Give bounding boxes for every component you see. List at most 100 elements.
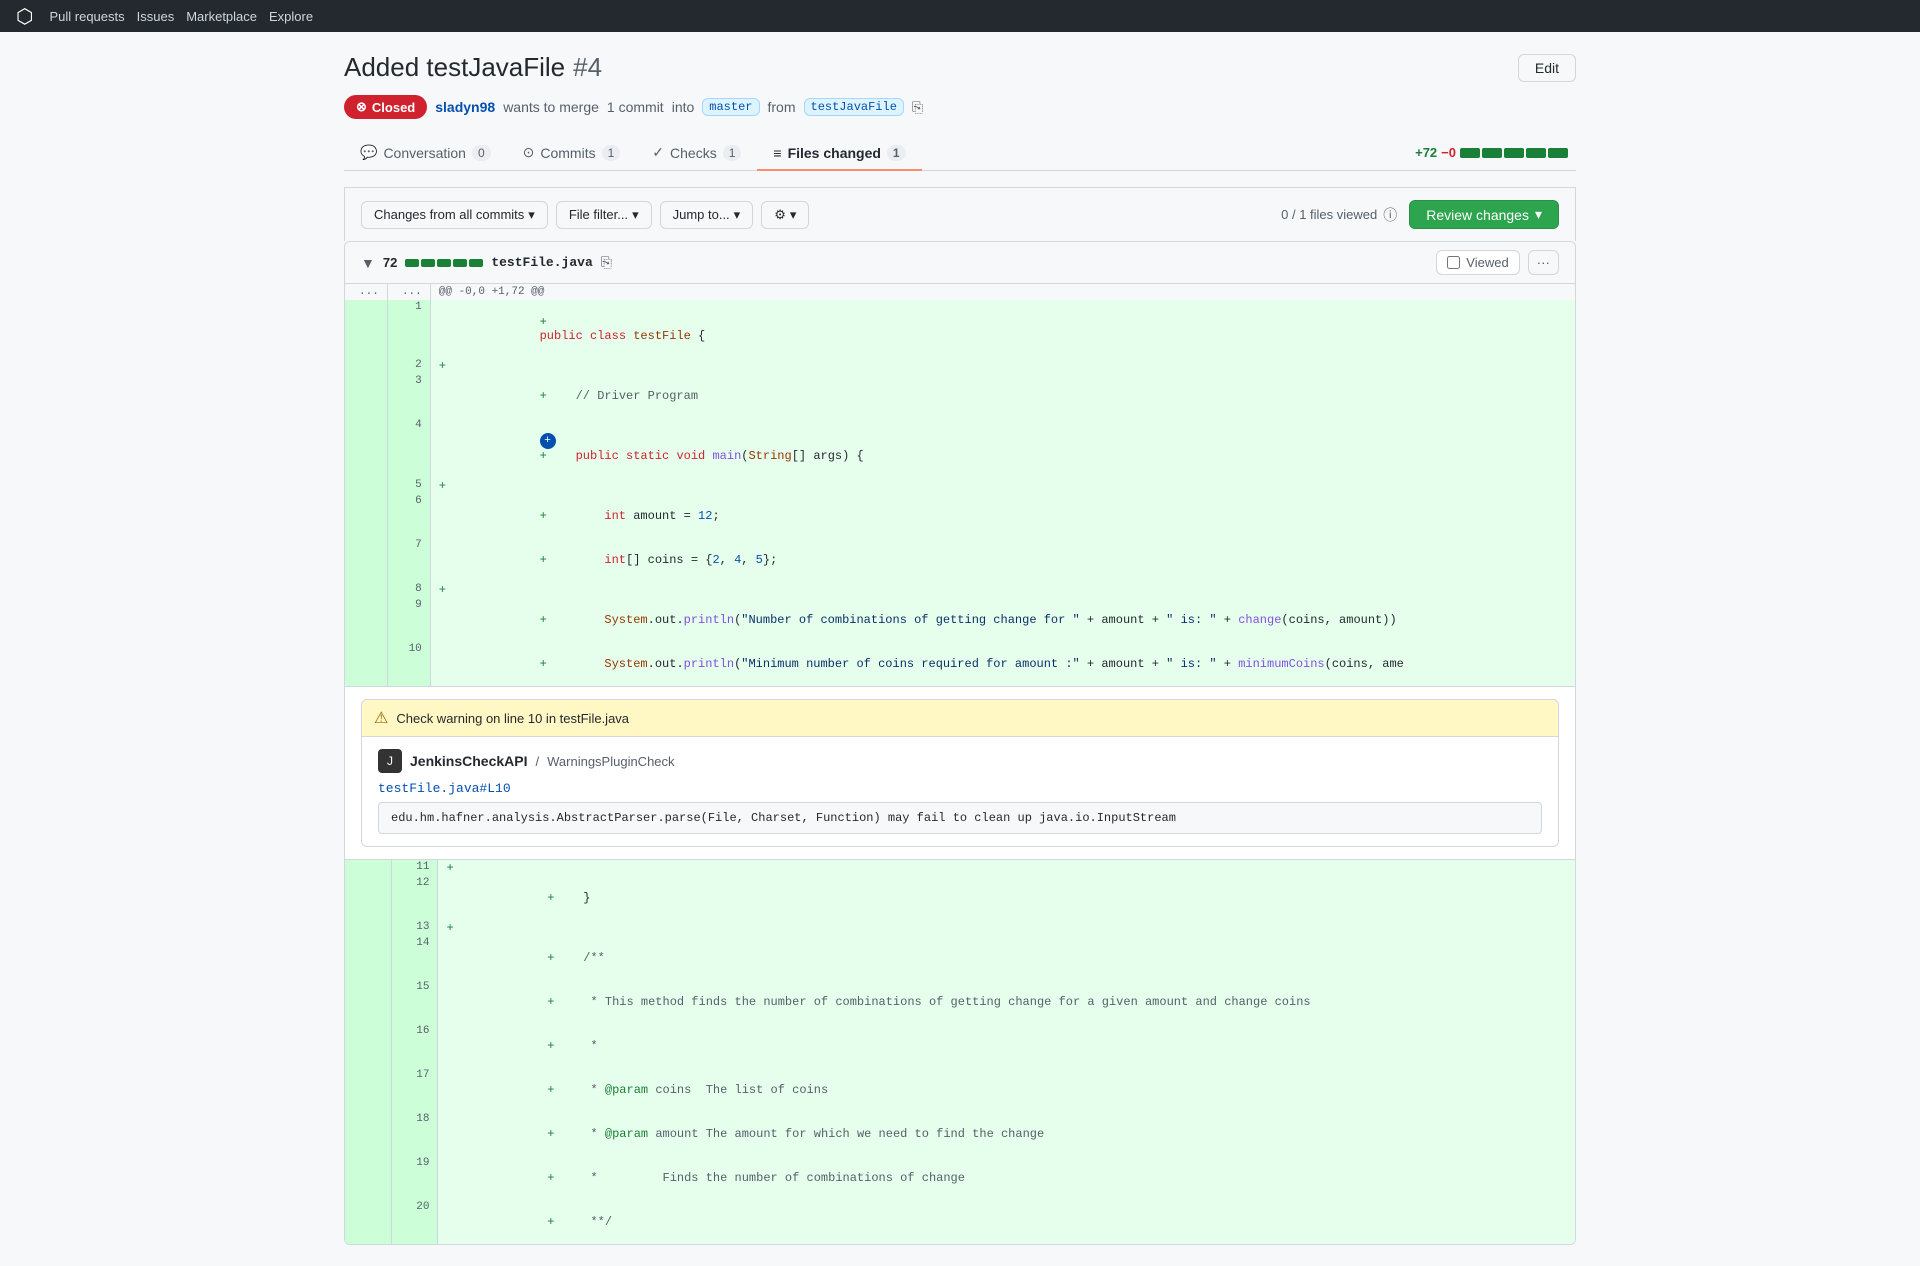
jump-to-button[interactable]: Jump to... ▾ [660,201,754,229]
warning-header-text: Check warning on line 10 in testFile.jav… [396,711,629,726]
files-viewed-count: 0 / 1 files viewed ⓘ [1281,205,1397,225]
file-more-button[interactable]: ··· [1528,250,1559,275]
line-num-new-19: 19 [391,1156,437,1200]
expand-line-num-new: ... [387,284,430,300]
settings-icon: ⚙ [774,207,786,223]
pr-from-text: from [768,99,796,115]
line-num-new-14: 14 [391,936,437,980]
review-changes-button[interactable]: Review changes ▾ [1409,200,1559,229]
file-collapse-toggle[interactable]: ▼ [361,255,375,271]
line-num-new-9: 9 [387,598,430,642]
diff-block-4 [1526,148,1546,158]
file-header: ▼ 72 testFile.java ⎘ Viewed ··· [345,242,1575,284]
line-num-old-4 [345,418,387,478]
line-code-3: + // Driver Program [430,374,1575,418]
line-num-new-18: 18 [391,1112,437,1156]
line-num-new-6: 6 [387,494,430,538]
jenkins-separator: / [536,754,540,769]
warning-header: ⚠ Check warning on line 10 in testFile.j… [362,700,1558,737]
diff-block-3 [1504,148,1524,158]
line-num-new-8: 8 [387,582,430,598]
chevron-down-icon-filter: ▾ [632,207,639,223]
line-num-old-7 [345,538,387,582]
add-comment-button-4[interactable]: + [540,433,556,449]
file-line-link[interactable]: testFile.java#L10 [378,781,511,796]
copy-file-path-icon[interactable]: ⎘ [601,254,612,271]
checks-icon: ✓ [652,144,664,161]
edit-button[interactable]: Edit [1518,54,1576,82]
file-diff-mini-1 [405,259,419,267]
line-num-new-4: 4 [387,418,430,478]
diff-line-4: 4 + + public static void main(String[] a… [345,418,1575,478]
diff-table-1: ... ... @@ -0,0 +1,72 @@ 1 + public clas… [345,284,1575,686]
line-num-old-19 [345,1156,391,1200]
top-nav-bar: ⬡ Pull requests Issues Marketplace Explo… [0,0,1920,32]
warning-section: ⚠ Check warning on line 10 in testFile.j… [345,686,1575,859]
tab-checks[interactable]: ✓ Checks 1 [636,136,757,171]
nav-marketplace[interactable]: Marketplace [186,9,257,24]
closed-status-badge: ⊗ Closed [344,95,427,119]
pr-title-row: Added testJavaFile #4 Edit [344,52,1576,83]
additions-deletions-summary: +72 −0 [1415,145,1568,160]
tab-conversation[interactable]: 💬 Conversation 0 [344,136,507,171]
additions-count: +72 [1415,145,1437,160]
file-name-label: testFile.java [491,255,592,270]
line-code-9: + System.out.println("Number of combinat… [430,598,1575,642]
line-num-old-20 [345,1200,391,1244]
line-num-new-3: 3 [387,374,430,418]
pr-source-branch[interactable]: testJavaFile [804,98,904,116]
copy-branch-icon[interactable]: ⎘ [912,99,923,116]
viewed-label: Viewed [1466,255,1508,270]
line-num-old-12 [345,876,391,920]
line-code-10: + System.out.println("Minimum number of … [430,642,1575,686]
warning-message: edu.hm.hafner.analysis.AbstractParser.pa… [378,802,1542,834]
diff-line-5: 5 + [345,478,1575,494]
line-num-new-17: 17 [391,1068,437,1112]
diff-line-6: 6 + int amount = 12; [345,494,1575,538]
file-diff-mini-2 [421,259,435,267]
pr-merge-text: wants to merge [503,99,599,115]
tab-commits[interactable]: ⊙ Commits 1 [507,136,637,171]
file-filter-button[interactable]: File filter... ▾ [556,201,652,229]
file-link-container: testFile.java#L10 [378,779,1542,796]
diff-line-9: 9 + System.out.println("Number of combin… [345,598,1575,642]
jenkins-header: J JenkinsCheckAPI / WarningsPluginCheck [378,749,1542,773]
pr-author[interactable]: sladyn98 [435,99,495,115]
settings-button[interactable]: ⚙ ▾ [761,201,809,229]
expand-row: ... ... @@ -0,0 +1,72 @@ [345,284,1575,300]
diff-blocks-visual [1460,148,1568,158]
line-num-new-15: 15 [391,980,437,1024]
viewed-checkbox[interactable]: Viewed [1436,250,1519,275]
diff-line-10: 10 + System.out.println("Minimum number … [345,642,1575,686]
line-num-old-14 [345,936,391,980]
nav-explore[interactable]: Explore [269,9,313,24]
diff-line-14: 14 + /** [345,936,1575,980]
diff-table-2: 11 + 12 + } 13 + [345,860,1575,1244]
top-nav-links: Pull requests Issues Marketplace Explore [49,9,313,24]
page-container: Added testJavaFile #4 Edit ⊗ Closed slad… [320,32,1600,1265]
files-changed-icon: ≡ [773,145,781,161]
pr-target-branch[interactable]: master [702,98,759,116]
diff-bar-left: Changes from all commits ▾ File filter..… [361,201,809,229]
chevron-down-icon: ▾ [528,207,535,223]
line-code-20: + **/ [438,1200,1575,1244]
warning-body: J JenkinsCheckAPI / WarningsPluginCheck … [362,737,1558,846]
line-num-new-5: 5 [387,478,430,494]
diff-line-3: 3 + // Driver Program [345,374,1575,418]
diff-bar-right: 0 / 1 files viewed ⓘ Review changes ▾ [1281,200,1559,229]
nav-pull-requests[interactable]: Pull requests [49,9,124,24]
line-num-old-1 [345,300,387,358]
nav-issues[interactable]: Issues [137,9,175,24]
changes-from-button[interactable]: Changes from all commits ▾ [361,201,548,229]
info-icon[interactable]: ⓘ [1383,205,1397,225]
commits-icon: ⊙ [523,144,535,161]
tab-files-changed[interactable]: ≡ Files changed 1 [757,136,921,171]
code-diff-section-2: 11 + 12 + } 13 + [345,859,1575,1244]
viewed-checkbox-input[interactable] [1447,256,1460,269]
file-change-count: 72 [383,255,397,270]
file-header-left: ▼ 72 testFile.java ⎘ [361,254,612,271]
line-num-old-18 [345,1112,391,1156]
line-num-old-10 [345,642,387,686]
diff-block-5 [1548,148,1568,158]
diff-line-17: 17 + * @param coins The list of coins [345,1068,1575,1112]
